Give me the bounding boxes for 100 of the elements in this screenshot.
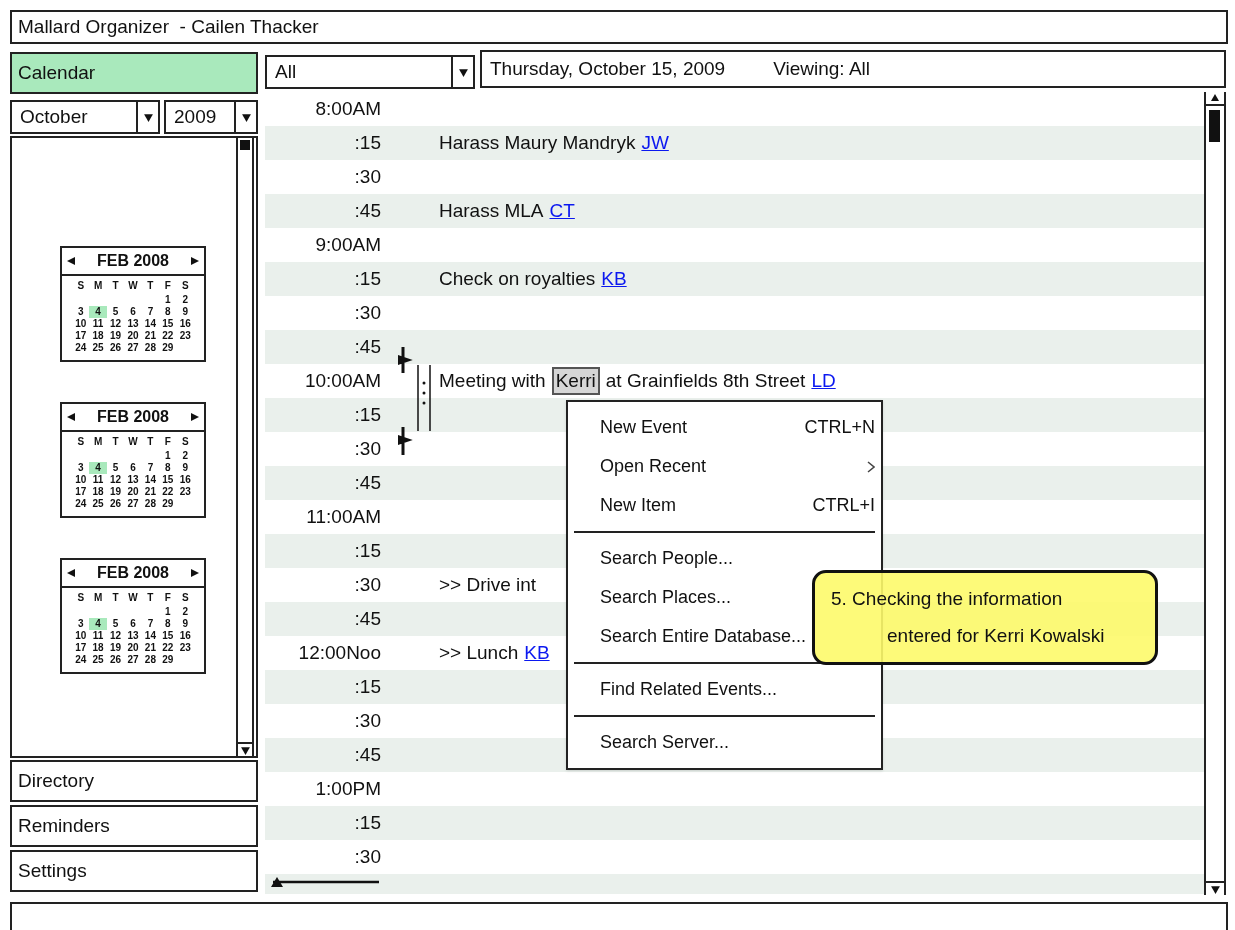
calendar-day[interactable]: 8 bbox=[159, 306, 177, 318]
calendar-day[interactable]: 4 bbox=[89, 306, 107, 318]
initials-link[interactable]: KB bbox=[524, 638, 550, 668]
nav-tab[interactable]: Reminders bbox=[10, 805, 258, 847]
calendar-day[interactable]: 20 bbox=[124, 642, 142, 654]
menu-item[interactable]: New Event CTRL+N bbox=[568, 408, 881, 447]
scroll-down-icon[interactable] bbox=[1206, 881, 1224, 895]
calendar-day[interactable]: 9 bbox=[176, 462, 194, 474]
calendar-day[interactable]: 27 bbox=[124, 498, 142, 510]
calendar-day[interactable]: 4 bbox=[89, 618, 107, 630]
calendar-day[interactable]: 3 bbox=[72, 306, 90, 318]
prev-month-icon[interactable] bbox=[66, 568, 76, 578]
calendar-day[interactable]: 13 bbox=[124, 318, 142, 330]
next-month-icon[interactable] bbox=[190, 568, 200, 578]
calendar-day[interactable]: 12 bbox=[106, 474, 125, 486]
calendar-day[interactable]: 27 bbox=[124, 342, 142, 354]
menu-item[interactable]: Search People... bbox=[568, 539, 881, 578]
calendar-day[interactable]: 24 bbox=[72, 498, 90, 510]
prev-month-icon[interactable] bbox=[66, 256, 76, 266]
scroll-thumb[interactable] bbox=[1209, 110, 1220, 142]
filter-dropdown[interactable]: All bbox=[265, 55, 475, 89]
calendar-day[interactable]: 22 bbox=[159, 330, 177, 342]
calendar-day[interactable]: 2 bbox=[176, 606, 194, 618]
calendar-day[interactable]: 19 bbox=[106, 486, 125, 498]
calendar-day[interactable]: 26 bbox=[106, 498, 125, 510]
calendar-day[interactable]: 13 bbox=[124, 630, 142, 642]
calendar-day[interactable]: 29 bbox=[159, 342, 177, 354]
initials-link[interactable]: JW bbox=[641, 128, 669, 158]
calendar-day[interactable]: 26 bbox=[106, 342, 125, 354]
initials-link[interactable]: CT bbox=[549, 196, 575, 226]
month-dropdown[interactable]: October bbox=[10, 100, 160, 134]
calendar-day[interactable]: 15 bbox=[159, 630, 177, 642]
calendar-day[interactable]: 26 bbox=[106, 654, 125, 666]
calendar-day[interactable]: 28 bbox=[141, 654, 160, 666]
calendar-day[interactable]: 17 bbox=[72, 486, 90, 498]
calendar-day[interactable]: 28 bbox=[141, 342, 160, 354]
calendar-day[interactable]: 7 bbox=[141, 618, 160, 630]
calendar-day[interactable]: 1 bbox=[159, 294, 177, 306]
year-dropdown[interactable]: 2009 bbox=[164, 100, 258, 134]
scroll-up-icon[interactable] bbox=[1206, 92, 1224, 106]
calendar-day[interactable]: 2 bbox=[176, 450, 194, 462]
calendar-day[interactable]: 12 bbox=[106, 630, 125, 642]
scrollbar[interactable] bbox=[236, 138, 254, 756]
calendar-day[interactable]: 14 bbox=[141, 630, 160, 642]
calendar-day[interactable]: 21 bbox=[141, 330, 160, 342]
calendar-day[interactable]: 15 bbox=[159, 318, 177, 330]
calendar-day[interactable]: 2 bbox=[176, 294, 194, 306]
calendar-day[interactable]: 23 bbox=[176, 486, 194, 498]
calendar-day[interactable]: 29 bbox=[159, 498, 177, 510]
calendar-day[interactable]: 3 bbox=[72, 618, 90, 630]
calendar-day[interactable]: 25 bbox=[89, 498, 107, 510]
next-month-icon[interactable] bbox=[190, 256, 200, 266]
calendar-day[interactable]: 28 bbox=[141, 498, 160, 510]
calendar-day[interactable]: 14 bbox=[141, 474, 160, 486]
calendar-day[interactable]: 8 bbox=[159, 618, 177, 630]
calendar-day[interactable]: 10 bbox=[72, 318, 90, 330]
calendar-day[interactable]: 16 bbox=[176, 630, 194, 642]
calendar-day[interactable]: 24 bbox=[72, 654, 90, 666]
calendar-day[interactable]: 5 bbox=[106, 618, 125, 630]
scroll-down-icon[interactable] bbox=[238, 742, 252, 756]
nav-tab[interactable]: Directory bbox=[10, 760, 258, 802]
calendar-day[interactable]: 17 bbox=[72, 642, 90, 654]
calendar-day[interactable]: 21 bbox=[141, 486, 160, 498]
calendar-day[interactable]: 9 bbox=[176, 306, 194, 318]
calendar-day[interactable]: 20 bbox=[124, 486, 142, 498]
calendar-day[interactable]: 8 bbox=[159, 462, 177, 474]
calendar-day[interactable]: 23 bbox=[176, 642, 194, 654]
calendar-day[interactable]: 14 bbox=[141, 318, 160, 330]
slider-drawing[interactable] bbox=[269, 876, 381, 888]
calendar-day[interactable]: 29 bbox=[159, 654, 177, 666]
calendar-day[interactable]: 6 bbox=[124, 462, 142, 474]
calendar-day[interactable]: 18 bbox=[89, 642, 107, 654]
calendar-day[interactable]: 24 bbox=[72, 342, 90, 354]
calendar-day[interactable]: 3 bbox=[72, 462, 90, 474]
calendar-day[interactable]: 7 bbox=[141, 306, 160, 318]
calendar-day[interactable]: 11 bbox=[89, 474, 107, 486]
calendar-day[interactable]: 27 bbox=[124, 654, 142, 666]
calendar-day[interactable]: 12 bbox=[106, 318, 125, 330]
calendar-day[interactable]: 25 bbox=[89, 654, 107, 666]
initials-link[interactable]: KB bbox=[601, 264, 627, 294]
calendar-day[interactable]: 1 bbox=[159, 606, 177, 618]
calendar-day[interactable]: 23 bbox=[176, 330, 194, 342]
calendar-day[interactable]: 18 bbox=[89, 330, 107, 342]
calendar-day[interactable]: 6 bbox=[124, 306, 142, 318]
calendar-day[interactable]: 5 bbox=[106, 306, 125, 318]
calendar-day[interactable]: 10 bbox=[72, 474, 90, 486]
calendar-day[interactable]: 9 bbox=[176, 618, 194, 630]
calendar-day[interactable]: 17 bbox=[72, 330, 90, 342]
calendar-day[interactable]: 7 bbox=[141, 462, 160, 474]
menu-item[interactable]: Open Recent bbox=[568, 447, 881, 486]
initials-link[interactable]: LD bbox=[811, 366, 836, 396]
calendar-day[interactable]: 13 bbox=[124, 474, 142, 486]
calendar-day[interactable]: 15 bbox=[159, 474, 177, 486]
selected-word[interactable]: Kerri bbox=[551, 367, 600, 395]
calendar-day[interactable]: 19 bbox=[106, 642, 125, 654]
calendar-day[interactable]: 1 bbox=[159, 450, 177, 462]
calendar-day[interactable]: 22 bbox=[159, 486, 177, 498]
calendar-day[interactable]: 5 bbox=[106, 462, 125, 474]
calendar-day[interactable]: 11 bbox=[89, 318, 107, 330]
menu-item[interactable]: Find Related Events... bbox=[568, 670, 881, 709]
